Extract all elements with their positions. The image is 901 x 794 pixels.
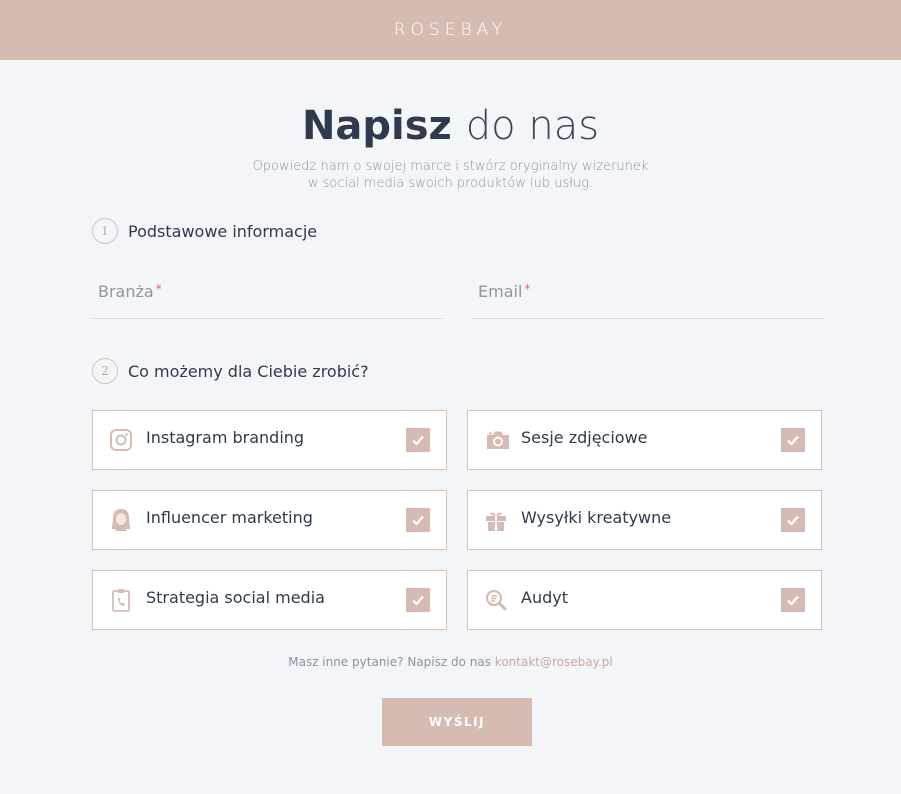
gift-icon <box>484 507 508 533</box>
contact-question: Masz inne pytanie? Napisz do nas <box>288 655 491 669</box>
magnifier-icon <box>484 587 508 613</box>
subtitle-line-1: Opowiedz nam o swojej marce i stwórz ory… <box>252 159 649 174</box>
checkbox[interactable] <box>406 588 430 612</box>
checkbox[interactable] <box>406 508 430 532</box>
branza-input[interactable] <box>92 270 443 318</box>
option-label: Instagram branding <box>146 428 305 447</box>
option-label: Influencer marketing <box>146 508 313 527</box>
step-basic-info: 1 Podstawowe informacje <box>92 218 317 244</box>
option-label: Sesje zdjęciowe <box>521 428 648 447</box>
camera-icon <box>484 427 512 453</box>
page-title: Napisz do nas <box>0 100 901 152</box>
page-subtitle: Opowiedz nam o swojej marce i stwórz ory… <box>0 158 901 192</box>
page-title-bold: Napisz <box>301 103 452 149</box>
contact-note: Masz inne pytanie? Napisz do nas kontakt… <box>0 655 901 669</box>
step-label-1: Podstawowe informacje <box>128 221 318 241</box>
option-audit[interactable]: Audyt <box>467 570 822 630</box>
page-title-light: do nas <box>465 103 600 149</box>
email-field[interactable]: Email * <box>472 270 823 319</box>
top-bar: ROSEBAY <box>0 0 901 60</box>
submit-button[interactable]: WYŚLIJ <box>382 698 532 746</box>
email-input[interactable] <box>472 270 823 318</box>
option-label: Audyt <box>521 588 568 607</box>
checkbox[interactable] <box>781 508 805 532</box>
option-social-media-strategy[interactable]: Strategia social media <box>92 570 447 630</box>
checkbox[interactable] <box>406 428 430 452</box>
instagram-icon <box>109 427 133 453</box>
step-number-2: 2 <box>92 358 118 384</box>
step-number-1: 1 <box>92 218 118 244</box>
influencer-icon <box>109 507 133 533</box>
subtitle-line-2: w social media swoich produktów lub usłu… <box>307 176 594 191</box>
brand-logo[interactable]: ROSEBAY <box>394 20 508 40</box>
contact-email-link[interactable]: kontakt@rosebay.pl <box>495 655 613 669</box>
option-creative-shipments[interactable]: Wysyłki kreatywne <box>467 490 822 550</box>
option-influencer-marketing[interactable]: Influencer marketing <box>92 490 447 550</box>
option-label: Wysyłki kreatywne <box>521 508 672 527</box>
step-label-2: Co możemy dla Ciebie zrobić? <box>128 361 369 381</box>
clipboard-phone-icon <box>109 587 133 613</box>
checkbox[interactable] <box>781 428 805 452</box>
option-photo-sessions[interactable]: Sesje zdjęciowe <box>467 410 822 470</box>
checkbox[interactable] <box>781 588 805 612</box>
option-instagram-branding[interactable]: Instagram branding <box>92 410 447 470</box>
step-services: 2 Co możemy dla Ciebie zrobić? <box>92 358 369 384</box>
branza-field[interactable]: Branża * <box>92 270 443 319</box>
option-label: Strategia social media <box>146 588 325 607</box>
